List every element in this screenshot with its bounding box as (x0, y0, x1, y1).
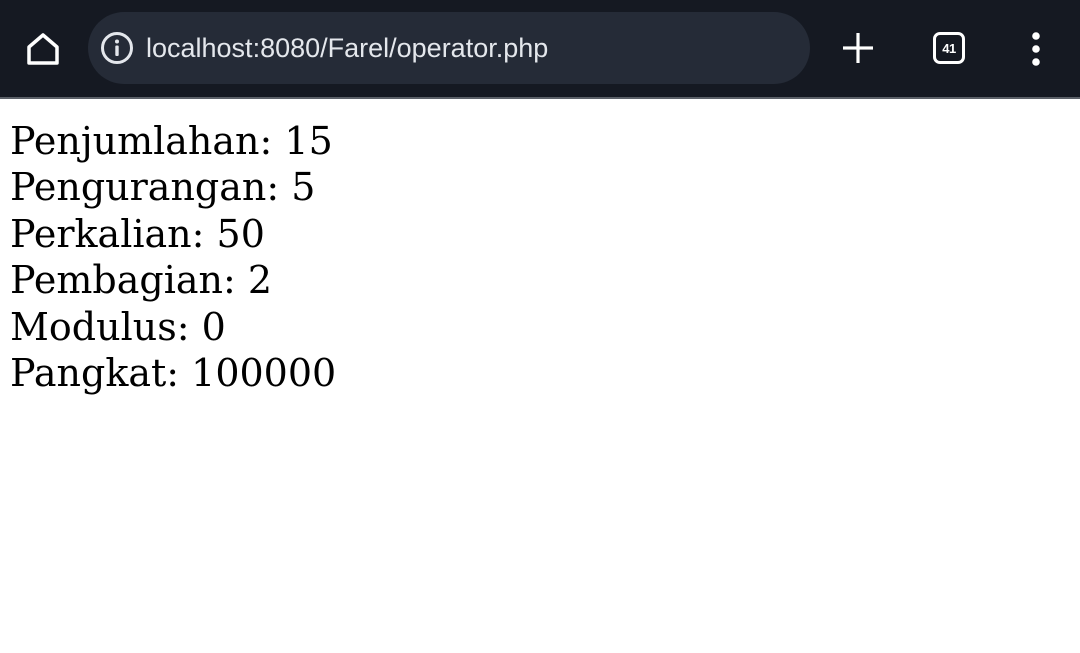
home-button[interactable] (20, 26, 66, 72)
result-multiplication: Perkalian: 50 (10, 211, 265, 256)
result-subtraction: Pengurangan: 5 (10, 165, 316, 210)
tab-switcher-icon: 41 (933, 32, 965, 64)
url-text[interactable]: localhost:8080/Farel/operator.php (146, 12, 548, 84)
result-modulus: Modulus: 0 (10, 304, 226, 349)
address-bar[interactable]: localhost:8080/Farel/operator.php (88, 12, 810, 84)
browser-toolbar: localhost:8080/Farel/operator.php 41 (0, 0, 1080, 99)
result-division: Pembagian: 2 (10, 258, 273, 303)
home-icon (27, 33, 59, 65)
info-icon[interactable] (100, 31, 134, 65)
result-power: Pangkat: 100000 (10, 351, 337, 396)
menu-button[interactable] (1014, 26, 1058, 72)
new-tab-button[interactable] (836, 26, 880, 70)
result-addition: Penjumlahan: 15 (10, 119, 333, 163)
tab-count: 41 (942, 40, 956, 56)
more-vertical-icon (1032, 32, 1040, 66)
tab-switcher-button[interactable]: 41 (928, 27, 970, 69)
plus-icon (843, 33, 873, 63)
page-content: Penjumlahan: 15 Pengurangan: 5 Perkalian… (10, 118, 336, 396)
